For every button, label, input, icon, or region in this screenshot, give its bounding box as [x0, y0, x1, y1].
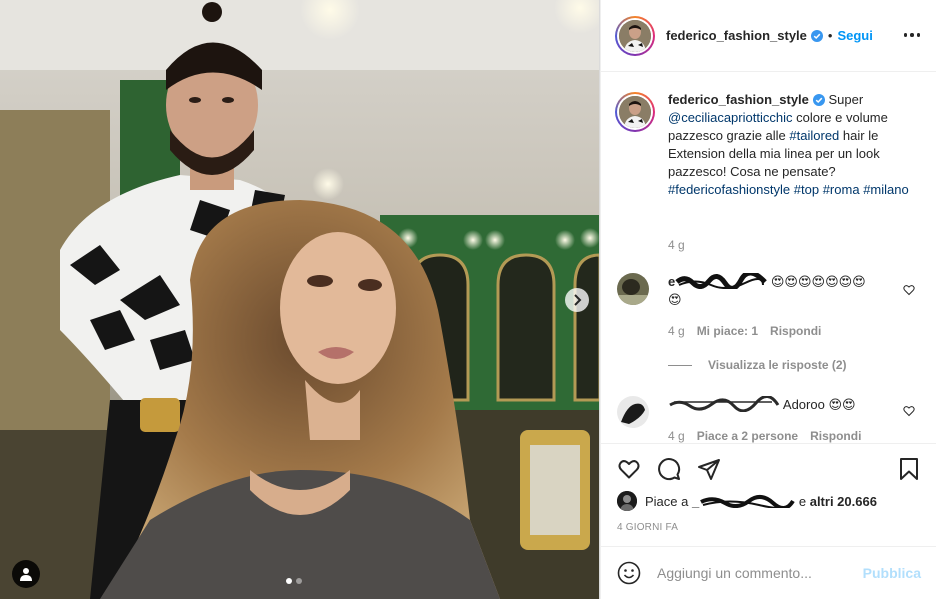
more-dot [903, 33, 908, 37]
hashtag-link[interactable]: #federicofashionstyle [668, 182, 790, 197]
like-comment-heart-icon[interactable] [903, 405, 915, 417]
comment-text: Adoroo 😍😍 [782, 397, 856, 412]
reply-button[interactable]: Rispondi [770, 324, 821, 338]
comment-bubble-icon[interactable] [657, 457, 681, 481]
header-separator: • [827, 28, 833, 43]
commenter-avatar[interactable] [617, 273, 649, 305]
replies-line [668, 364, 692, 366]
comments-section: federico_fashion_style Super @ceciliacap… [601, 72, 936, 443]
caption-username[interactable]: federico_fashion_style [668, 92, 809, 107]
comment-meta: 4 g Piace a 2 persone Rispondi [668, 429, 861, 443]
reply-button[interactable]: Rispondi [810, 429, 861, 443]
author-avatar[interactable] [615, 15, 655, 56]
like-comment-heart-icon[interactable] [903, 284, 915, 296]
next-photo-button[interactable] [565, 288, 589, 312]
share-paper-plane-icon[interactable] [697, 457, 721, 481]
verified-badge-icon [812, 94, 825, 106]
comment-input[interactable] [657, 565, 857, 581]
post-photo-image [0, 0, 599, 599]
carousel-dot-active [286, 578, 292, 584]
commenter-avatar[interactable] [617, 396, 649, 428]
likes-conjunction: e [798, 493, 807, 509]
caption-avatar-image [619, 96, 651, 128]
likes-others-count[interactable]: altri 20.666 [810, 494, 877, 509]
post-actions: Piace a _ e altri 20.666 4 GIORNI FA [601, 443, 936, 546]
author-avatar-image [619, 19, 651, 52]
comment-item: e 😍😍😍😍😍😍😍 😍 [617, 273, 878, 309]
commenter-avatar-image [617, 396, 649, 428]
add-comment-bar: Pubblica [601, 546, 936, 599]
hashtag-link[interactable]: #milano [863, 182, 909, 197]
likes-prefix: Piace a [645, 493, 689, 509]
chevron-right-icon [574, 294, 582, 306]
more-dot [910, 33, 914, 37]
hashtag-link[interactable]: #roma [823, 182, 860, 197]
post-photo[interactable] [0, 0, 600, 599]
save-bookmark-icon[interactable] [897, 457, 921, 481]
caption-text-start: Super [828, 92, 864, 107]
liker-avatar[interactable] [617, 491, 637, 511]
like-heart-icon[interactable] [617, 457, 641, 481]
liker-avatar-image [617, 491, 637, 511]
publish-button[interactable]: Pubblica [863, 565, 921, 581]
caption-timestamp[interactable]: 4 g [668, 238, 685, 252]
liker-username[interactable]: _ [692, 494, 699, 509]
likes-summary: Piace a _ e altri 20.666 [617, 491, 877, 511]
comment-timestamp[interactable]: 4 g [668, 429, 685, 443]
post-header: federico_fashion_style • Segui [601, 0, 936, 72]
comment-item: Adoroo 😍😍 [617, 396, 878, 428]
post-date[interactable]: 4 GIORNI FA [617, 522, 678, 533]
caption-mention-link[interactable]: @ceciliacapriotticchic [668, 110, 792, 125]
redacted-username-scribble [675, 273, 768, 289]
comment-timestamp[interactable]: 4 g [668, 324, 685, 338]
carousel-dot [296, 578, 302, 584]
hashtag-link[interactable]: #top [794, 182, 819, 197]
carousel-indicator [286, 578, 302, 584]
redacted-username-scribble [700, 495, 795, 508]
more-dot [916, 33, 921, 37]
view-replies-label: Visualizza le risposte (2) [708, 358, 847, 372]
comment-meta: 4 g Mi piace: 1 Rispondi [668, 324, 821, 338]
tagged-users-button[interactable] [12, 560, 40, 588]
caption-text: federico_fashion_style Super @ceciliacap… [668, 91, 918, 199]
redacted-username-scribble [669, 396, 780, 412]
emoji-smiley-icon[interactable] [617, 561, 641, 585]
post-caption: federico_fashion_style Super @ceciliacap… [615, 92, 918, 199]
follow-button[interactable]: Segui [837, 28, 872, 43]
caption-avatar[interactable] [615, 92, 655, 132]
comment-likes-count[interactable]: Piace a 2 persone [697, 429, 798, 443]
more-options-button[interactable] [903, 26, 921, 44]
comment-likes-count[interactable]: Mi piace: 1 [697, 324, 758, 338]
verified-badge-icon [810, 29, 823, 42]
hashtag-link[interactable]: #tailored [789, 128, 839, 143]
author-username[interactable]: federico_fashion_style [666, 28, 807, 43]
commenter-avatar-image [617, 273, 649, 305]
user-icon [20, 568, 32, 581]
commenter-username[interactable]: e [668, 274, 675, 289]
view-replies-button[interactable]: Visualizza le risposte (2) [668, 358, 847, 372]
post-details-panel: federico_fashion_style • Segui federico_… [600, 0, 936, 599]
